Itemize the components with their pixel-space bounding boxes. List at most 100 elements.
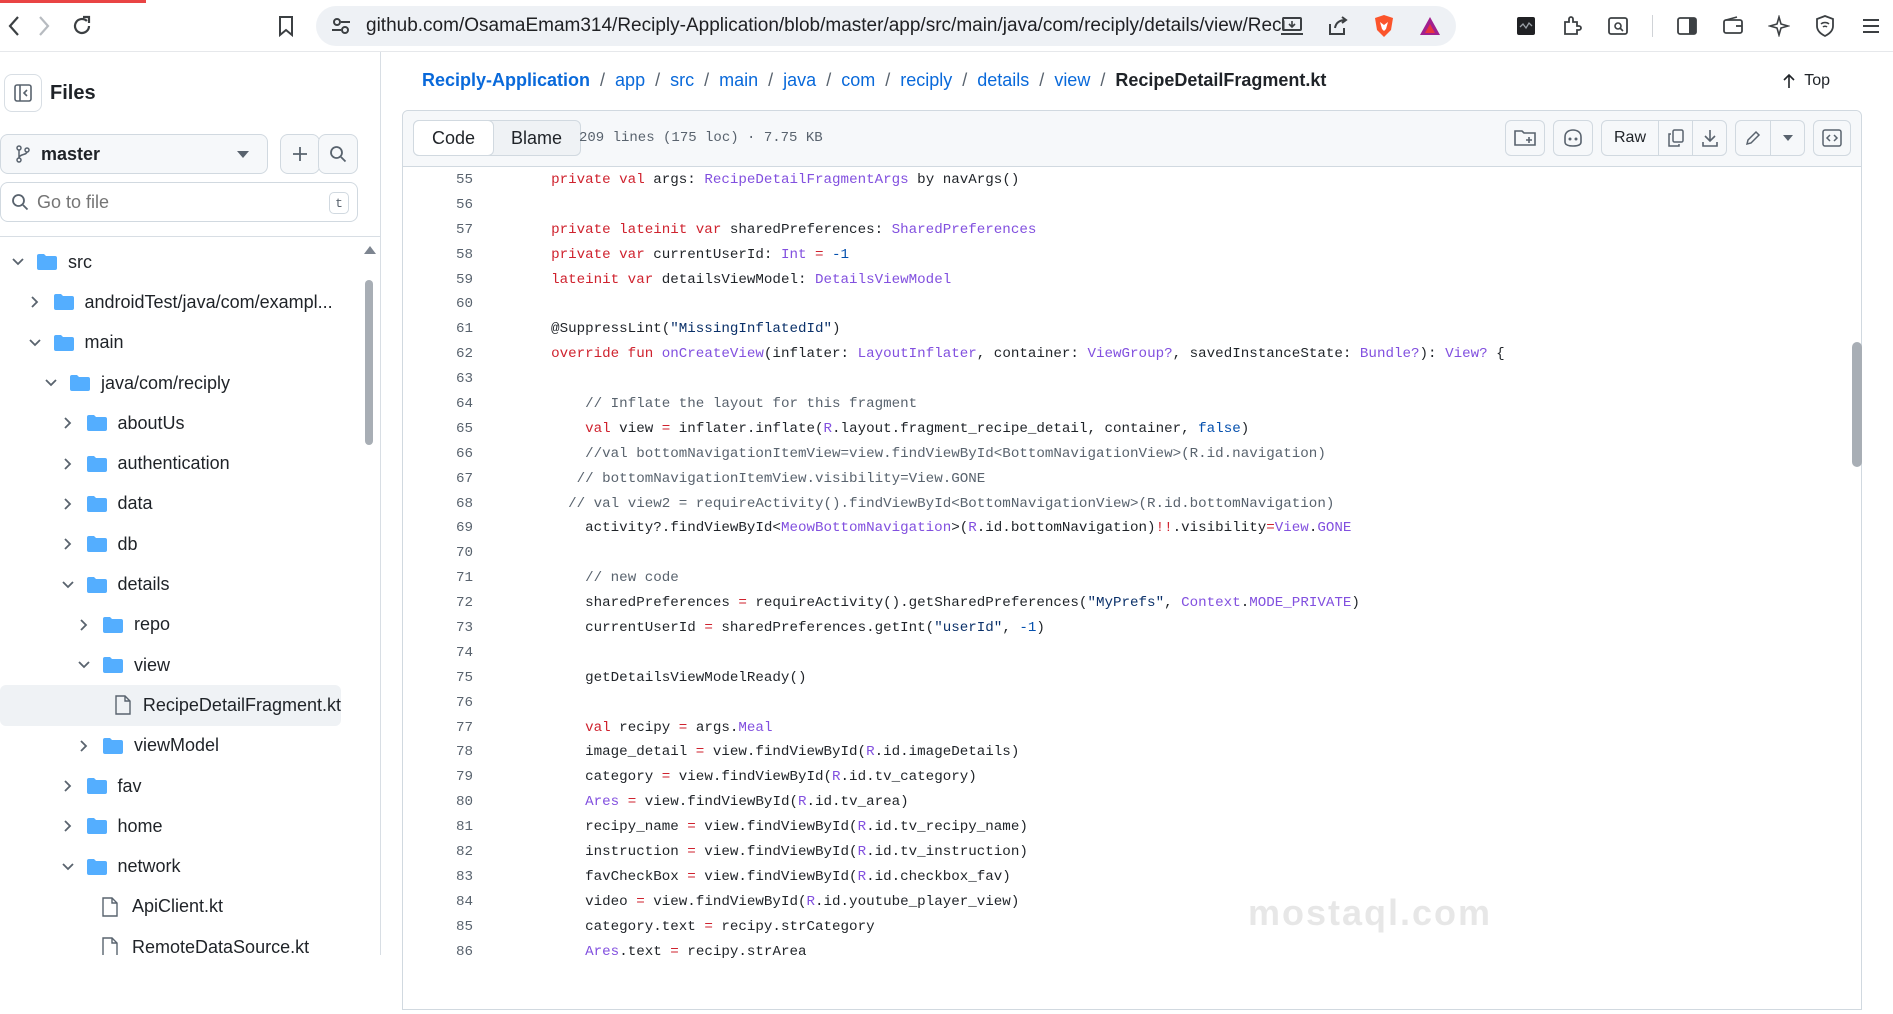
- brave-shield-icon[interactable]: [1372, 14, 1396, 38]
- menu-icon[interactable]: [1859, 14, 1883, 38]
- line-number[interactable]: 56: [403, 193, 473, 218]
- wallet-icon[interactable]: [1721, 14, 1745, 38]
- extension-audio-icon[interactable]: [1514, 14, 1538, 38]
- tree-file-item[interactable]: ApiClient.kt: [0, 887, 360, 927]
- code-viewer[interactable]: 55 private val args: RecipeDetailFragmen…: [403, 168, 1861, 1014]
- install-app-icon[interactable]: [1280, 14, 1304, 38]
- line-number[interactable]: 71: [403, 566, 473, 591]
- tree-folder-item[interactable]: aboutUs: [0, 403, 360, 443]
- chevron-down-icon[interactable]: [27, 335, 43, 351]
- leo-ai-icon[interactable]: [1767, 14, 1791, 38]
- code-tab[interactable]: Code: [413, 120, 495, 156]
- tree-folder-item[interactable]: data: [0, 484, 360, 524]
- collapse-sidebar-button[interactable]: [4, 74, 42, 112]
- line-number[interactable]: 62: [403, 342, 473, 367]
- copy-raw-button[interactable]: [1658, 121, 1692, 155]
- tree-folder-item[interactable]: androidTest/java/com/exampl...: [0, 282, 360, 322]
- raw-button[interactable]: Raw: [1602, 121, 1658, 155]
- scroll-up-arrow-icon[interactable]: [364, 246, 376, 254]
- site-settings-icon[interactable]: [330, 15, 352, 37]
- address-bar[interactable]: github.com/OsamaEmam314/Reciply-Applicat…: [316, 6, 1456, 46]
- chevron-right-icon[interactable]: [76, 738, 92, 754]
- tree-file-item[interactable]: RecipeDetailFragment.kt: [0, 685, 341, 726]
- tree-folder-item[interactable]: db: [0, 524, 360, 564]
- blame-tab[interactable]: Blame: [493, 121, 580, 155]
- chevron-right-icon[interactable]: [60, 536, 76, 552]
- chevron-right-icon[interactable]: [60, 415, 76, 431]
- download-raw-button[interactable]: [1692, 121, 1726, 155]
- back-to-top-link[interactable]: Top: [1782, 72, 1830, 90]
- breadcrumb-link[interactable]: app: [615, 70, 645, 91]
- tree-scroll-thumb[interactable]: [365, 280, 373, 445]
- tree-folder-item[interactable]: repo: [0, 605, 360, 645]
- copilot-button[interactable]: [1552, 120, 1593, 156]
- line-number[interactable]: 64: [403, 392, 473, 417]
- chevron-down-icon[interactable]: [60, 577, 76, 593]
- tree-folder-item[interactable]: details: [0, 564, 360, 604]
- tree-folder-item[interactable]: fav: [0, 766, 360, 806]
- line-number[interactable]: 68: [403, 492, 473, 517]
- edit-options-button[interactable]: [1770, 121, 1804, 155]
- breadcrumb-link[interactable]: view: [1054, 70, 1090, 91]
- reload-icon[interactable]: [68, 12, 96, 40]
- line-number[interactable]: 86: [403, 940, 473, 965]
- sidebar-toggle-icon[interactable]: [1675, 14, 1699, 38]
- line-number[interactable]: 80: [403, 790, 473, 815]
- vpn-icon[interactable]: [1813, 14, 1837, 38]
- share-icon[interactable]: [1326, 14, 1350, 38]
- line-number[interactable]: 67: [403, 467, 473, 492]
- tree-folder-item[interactable]: view: [0, 645, 360, 685]
- line-number[interactable]: 74: [403, 641, 473, 666]
- line-number[interactable]: 69: [403, 516, 473, 541]
- breadcrumb-link[interactable]: main: [719, 70, 758, 91]
- line-number[interactable]: 77: [403, 716, 473, 741]
- line-number[interactable]: 84: [403, 890, 473, 915]
- extensions-icon[interactable]: [1560, 14, 1584, 38]
- breadcrumb-link[interactable]: reciply: [900, 70, 952, 91]
- chevron-down-icon[interactable]: [10, 254, 26, 270]
- chevron-down-icon[interactable]: [60, 859, 76, 875]
- line-number[interactable]: 79: [403, 765, 473, 790]
- bookmark-icon[interactable]: [272, 12, 300, 40]
- tree-folder-item[interactable]: java/com/reciply: [0, 363, 360, 403]
- breadcrumb-link[interactable]: src: [670, 70, 694, 91]
- line-number[interactable]: 82: [403, 840, 473, 865]
- breadcrumb-repo-link[interactable]: Reciply-Application: [422, 70, 590, 91]
- line-number[interactable]: 61: [403, 317, 473, 342]
- back-icon[interactable]: [0, 12, 28, 40]
- add-file-button[interactable]: [280, 134, 320, 174]
- line-number[interactable]: 60: [403, 292, 473, 317]
- line-number[interactable]: 72: [403, 591, 473, 616]
- tree-file-item[interactable]: RemoteDataSource.kt: [0, 927, 360, 955]
- line-number[interactable]: 78: [403, 740, 473, 765]
- branch-selector[interactable]: master: [0, 134, 268, 174]
- search-files-button[interactable]: [318, 134, 358, 174]
- line-number[interactable]: 85: [403, 915, 473, 940]
- line-number[interactable]: 75: [403, 666, 473, 691]
- forward-icon[interactable]: [30, 12, 58, 40]
- line-number[interactable]: 65: [403, 417, 473, 442]
- line-number[interactable]: 59: [403, 268, 473, 293]
- chevron-right-icon[interactable]: [76, 617, 92, 633]
- chevron-right-icon[interactable]: [60, 778, 76, 794]
- chevron-down-icon[interactable]: [76, 657, 92, 673]
- chevron-right-icon[interactable]: [60, 818, 76, 834]
- tree-folder-item[interactable]: network: [0, 846, 360, 886]
- tree-folder-item[interactable]: viewModel: [0, 726, 360, 766]
- chevron-down-icon[interactable]: [43, 375, 59, 391]
- chevron-right-icon[interactable]: [27, 294, 43, 310]
- edit-file-button[interactable]: [1736, 121, 1770, 155]
- line-number[interactable]: 63: [403, 367, 473, 392]
- line-number[interactable]: 81: [403, 815, 473, 840]
- line-number[interactable]: 55: [403, 168, 473, 193]
- breadcrumb-link[interactable]: java: [783, 70, 816, 91]
- open-in-folder-button[interactable]: [1504, 120, 1545, 156]
- go-to-file-field[interactable]: t: [0, 182, 358, 222]
- brave-rewards-icon[interactable]: [1418, 14, 1442, 38]
- line-number[interactable]: 70: [403, 541, 473, 566]
- chevron-right-icon[interactable]: [60, 496, 76, 512]
- tree-folder-item[interactable]: main: [0, 323, 360, 363]
- tree-folder-item[interactable]: authentication: [0, 443, 360, 483]
- go-to-file-input[interactable]: [37, 191, 317, 213]
- line-number[interactable]: 58: [403, 243, 473, 268]
